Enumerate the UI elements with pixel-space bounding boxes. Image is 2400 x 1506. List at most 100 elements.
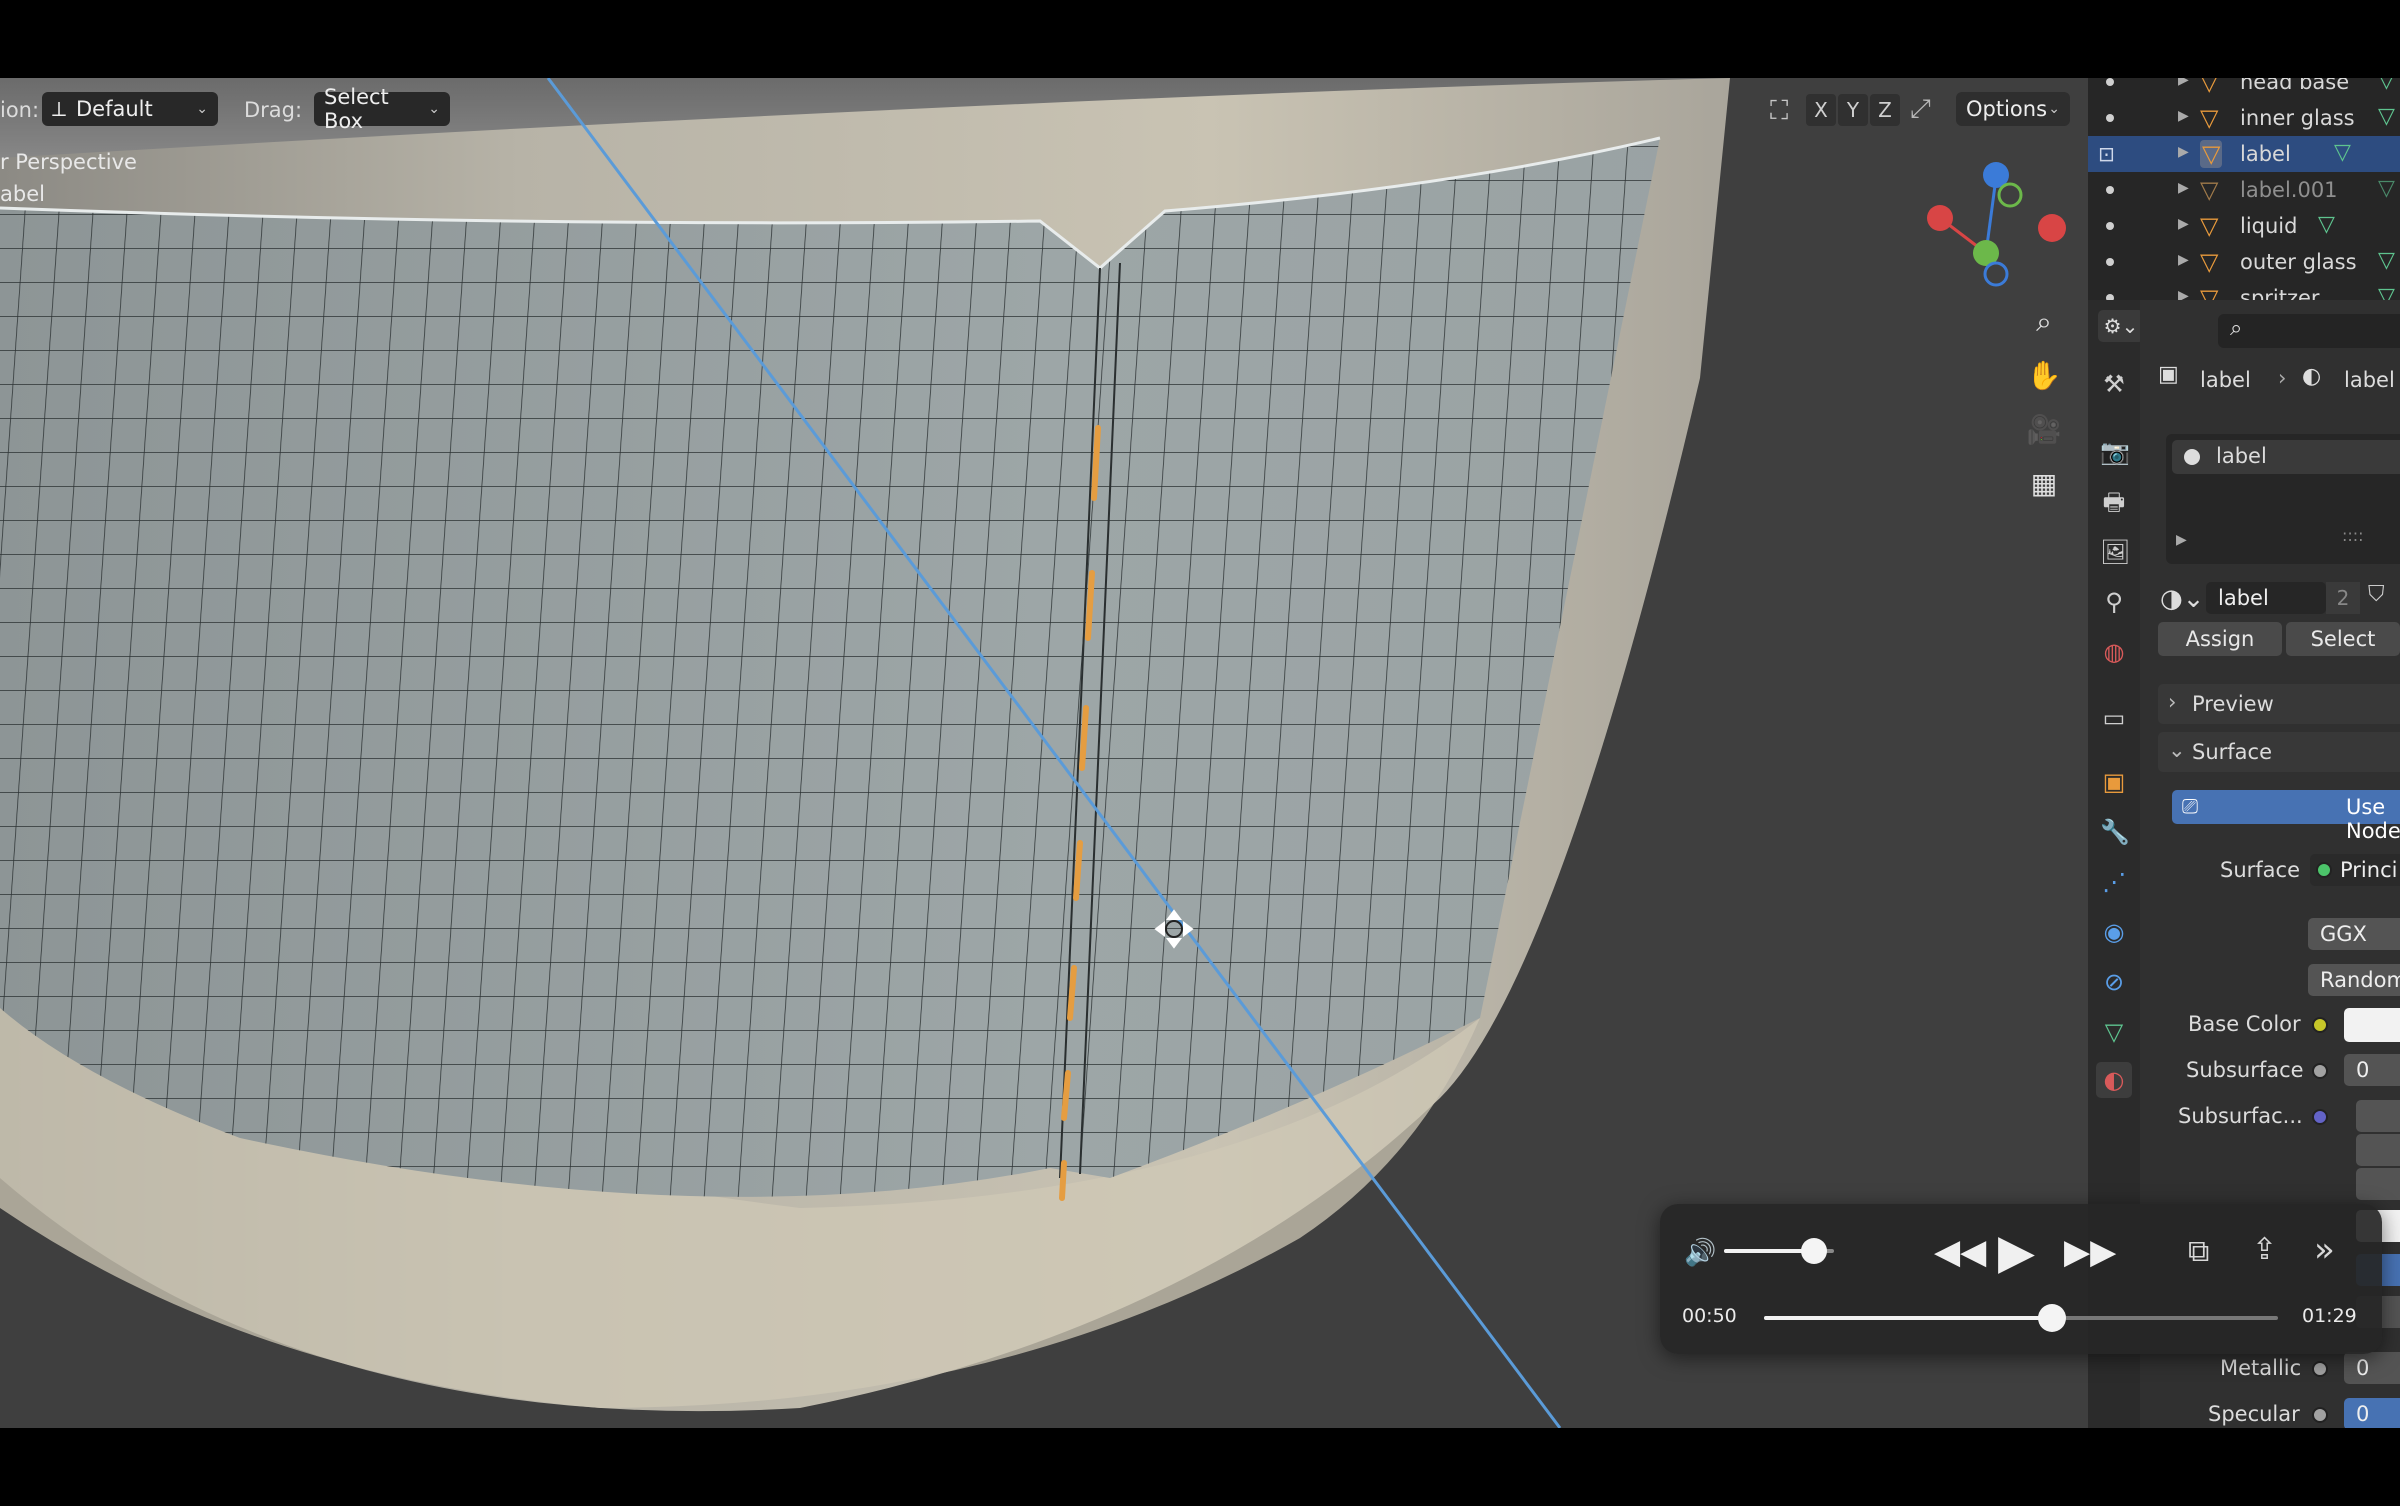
outliner-item-selected[interactable]: ⊡ ▶ ▽ label ▽ bbox=[2088, 136, 2400, 172]
outliner-item[interactable]: ▶ ▽ liquid ▽ bbox=[2088, 208, 2400, 244]
object-breadcrumb-icon: ▣ bbox=[2158, 362, 2179, 387]
specular-value-field[interactable]: 0 bbox=[2344, 1398, 2400, 1428]
expand-icon[interactable]: ▶ bbox=[2178, 108, 2189, 124]
axis-x-toggle[interactable]: X bbox=[1806, 94, 1836, 126]
editor-type-icon[interactable]: ⚙⌄ bbox=[2098, 310, 2144, 342]
browse-material-icon[interactable]: ◑⌄ bbox=[2160, 584, 2204, 614]
modifier-wrench-icon[interactable]: 🔧 bbox=[2100, 818, 2130, 846]
snap-icon[interactable]: ⤢ bbox=[1910, 94, 1931, 125]
volume-icon[interactable]: 🔊 bbox=[1684, 1238, 1716, 1268]
subsurface-value-field[interactable]: 0 bbox=[2344, 1054, 2400, 1086]
camera-icon[interactable]: 🎥 bbox=[2024, 410, 2064, 450]
subsurface-radius-field[interactable] bbox=[2356, 1134, 2400, 1166]
fake-user-shield-icon[interactable]: ⛉ bbox=[2368, 582, 2385, 607]
visibility-dot[interactable] bbox=[2106, 222, 2114, 230]
vector-socket-icon[interactable] bbox=[2312, 1109, 2328, 1125]
metallic-value: 0 bbox=[2356, 1356, 2370, 1380]
more-chevrons-icon[interactable]: » bbox=[2314, 1230, 2335, 1270]
select-button[interactable]: Select bbox=[2286, 622, 2400, 656]
surface-panel-header[interactable]: ⌄ Surface bbox=[2158, 732, 2400, 772]
volume-slider[interactable] bbox=[1724, 1238, 1834, 1264]
share-icon[interactable]: ⇪ bbox=[2252, 1232, 2277, 1267]
outliner-item[interactable]: ▶ ▽ label.001 ▽ bbox=[2088, 172, 2400, 208]
value-socket-icon[interactable] bbox=[2312, 1361, 2328, 1377]
metallic-value-field[interactable]: 0 bbox=[2344, 1352, 2400, 1384]
subsurface-radius-field[interactable] bbox=[2356, 1100, 2400, 1132]
expand-icon[interactable]: ▶ bbox=[2178, 144, 2189, 160]
material-slots-list[interactable]: label ▶ :::: bbox=[2166, 434, 2400, 564]
volume-knob[interactable] bbox=[1801, 1238, 1828, 1264]
visibility-dot[interactable] bbox=[2106, 186, 2114, 194]
material-slot-row[interactable]: label bbox=[2172, 440, 2400, 474]
chevron-down-icon: ⌄ bbox=[196, 101, 208, 117]
mesh-data-icon: ▽ bbox=[2378, 284, 2395, 300]
outliner-item-label: label bbox=[2240, 142, 2291, 166]
visibility-dot[interactable] bbox=[2106, 114, 2114, 122]
expand-icon[interactable]: ▶ bbox=[2176, 532, 2187, 548]
constraints-icon[interactable]: ⊘ bbox=[2100, 968, 2128, 996]
mesh-data-icon[interactable]: ▽ bbox=[2100, 1018, 2128, 1046]
picture-in-picture-icon[interactable]: ⧉ bbox=[2188, 1234, 2209, 1269]
play-icon[interactable]: ▶ bbox=[1998, 1224, 2035, 1280]
axis-z-toggle[interactable]: Z bbox=[1870, 94, 1900, 126]
orientation-dropdown[interactable]: ⟂ Default ⌄ bbox=[42, 92, 218, 126]
outliner-item[interactable]: ▶ ▽ spritzer ▽ bbox=[2088, 280, 2400, 300]
properties-search[interactable]: ⌕ bbox=[2218, 314, 2400, 348]
material-breadcrumb-icon: ◐ bbox=[2302, 364, 2322, 389]
outliner-item[interactable]: ▶ ▽ outer glass ▽ bbox=[2088, 244, 2400, 280]
world-icon[interactable]: ◍ bbox=[2100, 638, 2128, 666]
collection-icon[interactable]: ▭ bbox=[2100, 704, 2128, 732]
value-socket-icon[interactable] bbox=[2312, 1407, 2328, 1423]
expand-icon[interactable]: ▶ bbox=[2178, 180, 2189, 196]
material-tab-active[interactable]: ◐ bbox=[2096, 1062, 2132, 1098]
axis-y-toggle[interactable]: Y bbox=[1838, 94, 1868, 126]
outliner[interactable]: ▶ ▽ head base ▽ ▶ ▽ inner glass ▽ ⊡ ▶ ▽ … bbox=[2088, 78, 2400, 300]
options-dropdown[interactable]: Options ⌄ bbox=[1956, 92, 2070, 126]
surface-shader-value: Princi bbox=[2340, 858, 2398, 882]
surface-shader-field[interactable]: Princi bbox=[2310, 854, 2400, 886]
preview-panel-header[interactable]: › Preview bbox=[2158, 684, 2400, 724]
use-nodes-button[interactable]: ⎚ Use Node bbox=[2172, 790, 2400, 843]
zoom-icon[interactable]: ⌕ bbox=[2024, 302, 2064, 342]
outliner-item[interactable]: ▶ ▽ inner glass ▽ bbox=[2088, 100, 2400, 136]
outliner-item-label: liquid bbox=[2240, 214, 2298, 238]
hand-pan-icon[interactable]: ✋ bbox=[2024, 356, 2064, 396]
expand-icon[interactable]: ▶ bbox=[2178, 288, 2189, 300]
fast-forward-icon[interactable]: ▶▶ bbox=[2064, 1232, 2116, 1272]
outliner-item[interactable]: ▶ ▽ head base ▽ bbox=[2088, 78, 2400, 100]
view-layer-icon[interactable]: 🖼 bbox=[2100, 538, 2130, 566]
rewind-icon[interactable]: ◀◀ bbox=[1934, 1232, 1986, 1272]
assign-button[interactable]: Assign bbox=[2158, 622, 2282, 656]
material-users-count[interactable]: 2 bbox=[2326, 582, 2360, 614]
chevron-down-icon: ⌄ bbox=[2048, 101, 2060, 117]
expand-icon[interactable]: ▶ bbox=[2178, 216, 2189, 232]
material-name-field[interactable]: label bbox=[2206, 582, 2326, 614]
object-icon[interactable]: ▣ bbox=[2100, 768, 2128, 796]
edit-mode-icon[interactable]: ⊡ bbox=[2098, 142, 2115, 166]
mesh-icon: ▽ bbox=[2200, 248, 2219, 276]
color-socket-icon[interactable] bbox=[2312, 1017, 2328, 1033]
output-icon[interactable]: 🖶 bbox=[2100, 488, 2128, 516]
progress-knob[interactable] bbox=[2037, 1304, 2066, 1332]
drag-label: Drag: bbox=[244, 98, 303, 122]
expand-icon[interactable]: ▶ bbox=[2178, 78, 2189, 88]
expand-icon[interactable]: ▶ bbox=[2178, 252, 2189, 268]
value-socket-icon[interactable] bbox=[2312, 1063, 2328, 1079]
distribution-dropdown[interactable]: GGX bbox=[2308, 918, 2400, 950]
drag-dropdown[interactable]: Select Box ⌄ bbox=[314, 85, 450, 133]
render-icon[interactable]: 📷 bbox=[2100, 438, 2130, 466]
mesh-icon: ▽ bbox=[2200, 104, 2219, 132]
progress-bar[interactable] bbox=[1764, 1304, 2278, 1332]
mirror-icon[interactable]: ⛶ bbox=[1770, 96, 1788, 127]
subsurface-radius-field[interactable] bbox=[2356, 1168, 2400, 1200]
visibility-dot[interactable] bbox=[2106, 78, 2114, 86]
physics-icon[interactable]: ◉ bbox=[2100, 918, 2128, 946]
visibility-dot[interactable] bbox=[2106, 258, 2114, 266]
base-color-swatch[interactable] bbox=[2344, 1008, 2400, 1042]
particles-icon[interactable]: ⋰ bbox=[2100, 868, 2128, 896]
scene-icon[interactable]: ⚲ bbox=[2100, 588, 2128, 616]
perspective-grid-icon[interactable]: ▦ bbox=[2024, 464, 2064, 504]
tool-icon[interactable]: ⚒ bbox=[2100, 370, 2128, 398]
resize-handle-icon[interactable]: :::: bbox=[2342, 526, 2364, 545]
subsurface-method-dropdown[interactable]: Random bbox=[2308, 964, 2400, 996]
